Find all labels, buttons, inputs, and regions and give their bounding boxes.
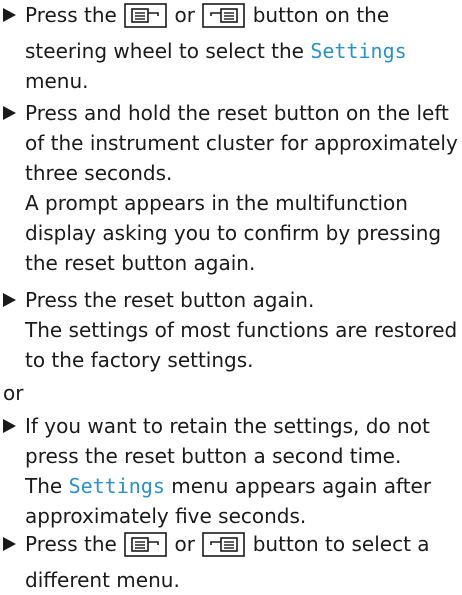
step-5-line-1: Press the or button to select a bbox=[25, 529, 460, 565]
step-1-line-3: menu. bbox=[25, 69, 89, 93]
menu-forward-icon bbox=[202, 3, 246, 36]
step-1-text: Press the or button on the steering whee… bbox=[25, 0, 460, 96]
step-3-text: Press the reset button again. The settin… bbox=[25, 288, 458, 372]
step-4-text: If you want to retain the settings, do n… bbox=[25, 411, 460, 531]
instruction-page: Press the or button on the steering whee… bbox=[0, 0, 462, 592]
settings-menu-name: Settings bbox=[68, 474, 165, 498]
menu-back-icon bbox=[124, 3, 167, 36]
menu-back-icon bbox=[124, 532, 167, 565]
settings-menu-name: Settings bbox=[310, 39, 407, 63]
bullet-arrow-icon bbox=[3, 106, 16, 120]
step-5-text: Press the or button to select a differen… bbox=[25, 529, 460, 595]
bullet-arrow-icon bbox=[3, 293, 16, 307]
or-separator: or bbox=[3, 381, 24, 405]
step-2-text: Press and hold the reset button on the l… bbox=[25, 101, 458, 275]
step-1-line-2: steering wheel to select the Settings bbox=[25, 39, 407, 63]
step-1-line-1: Press the or button on the bbox=[25, 0, 460, 36]
bullet-arrow-icon bbox=[3, 537, 16, 551]
step-4-line-3: The Settings menu appears again after bbox=[25, 474, 432, 498]
bullet-arrow-icon bbox=[3, 419, 16, 433]
bullet-arrow-icon bbox=[3, 8, 16, 22]
menu-forward-icon bbox=[202, 532, 246, 565]
